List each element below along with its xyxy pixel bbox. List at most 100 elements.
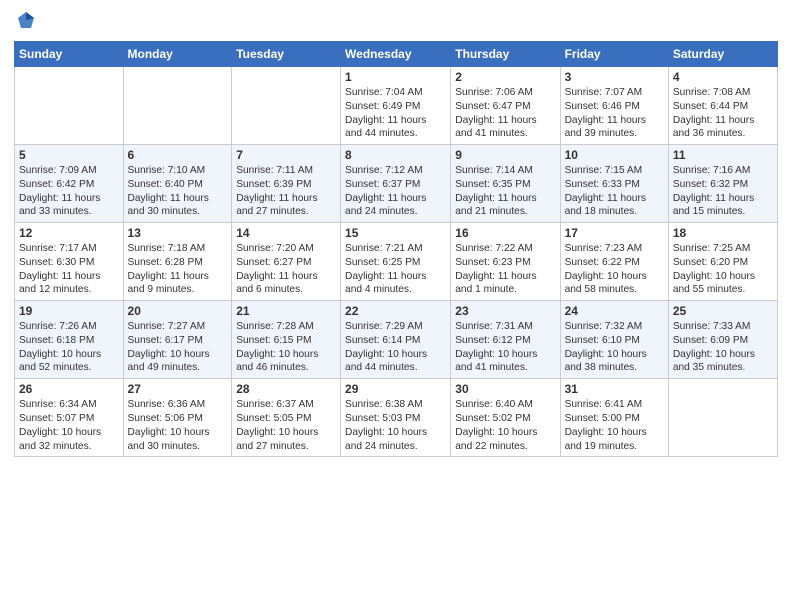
calendar-cell: 23 Sunrise: 7:31 AM Sunset: 6:12 PM Dayli… [451, 301, 560, 379]
day-info: Sunrise: 7:32 AM Sunset: 6:10 PM Dayligh… [565, 320, 664, 375]
weekday-header-wednesday: Wednesday [341, 42, 451, 67]
day-number: 3 [565, 70, 664, 84]
day-number: 17 [565, 226, 664, 240]
weekday-header-sunday: Sunday [15, 42, 124, 67]
calendar-cell [668, 379, 777, 457]
day-number: 27 [128, 382, 228, 396]
weekday-header-thursday: Thursday [451, 42, 560, 67]
calendar-cell: 1Sunrise: 7:04 AM Sunset: 6:49 PM Daylig… [341, 67, 451, 145]
calendar-table: SundayMondayTuesdayWednesdayThursdayFrid… [14, 41, 778, 457]
day-info: Sunrise: 7:08 AM Sunset: 6:44 PM Dayligh… [673, 86, 773, 141]
day-number: 31 [565, 382, 664, 396]
calendar-cell: 8 Sunrise: 7:12 AM Sunset: 6:37 PM Daylig… [341, 145, 451, 223]
calendar-cell: 4 Sunrise: 7:08 AM Sunset: 6:44 PM Daylig… [668, 67, 777, 145]
calendar-cell [15, 67, 124, 145]
calendar-cell: 20 Sunrise: 7:27 AM Sunset: 6:17 PM Dayli… [123, 301, 232, 379]
day-info: Sunrise: 7:22 AM Sunset: 6:23 PM Dayligh… [455, 242, 555, 297]
calendar-week-row: 19 Sunrise: 7:26 AM Sunset: 6:18 PM Dayli… [15, 301, 778, 379]
logo [14, 10, 36, 35]
day-info: Sunrise: 7:17 AM Sunset: 6:30 PM Dayligh… [19, 242, 119, 297]
calendar-cell: 2Sunrise: 7:06 AM Sunset: 6:47 PM Daylig… [451, 67, 560, 145]
day-info: Sunrise: 7:07 AM Sunset: 6:46 PM Dayligh… [565, 86, 664, 141]
calendar-cell: 9 Sunrise: 7:14 AM Sunset: 6:35 PM Daylig… [451, 145, 560, 223]
weekday-header-friday: Friday [560, 42, 668, 67]
day-info: Sunrise: 7:20 AM Sunset: 6:27 PM Dayligh… [236, 242, 336, 297]
day-info: Sunrise: 6:40 AM Sunset: 5:02 PM Dayligh… [455, 398, 555, 453]
calendar-cell [232, 67, 341, 145]
day-info: Sunrise: 6:34 AM Sunset: 5:07 PM Dayligh… [19, 398, 119, 453]
calendar-cell: 25 Sunrise: 7:33 AM Sunset: 6:09 PM Dayli… [668, 301, 777, 379]
day-number: 10 [565, 148, 664, 162]
day-info: Sunrise: 6:36 AM Sunset: 5:06 PM Dayligh… [128, 398, 228, 453]
day-number: 13 [128, 226, 228, 240]
day-info: Sunrise: 7:21 AM Sunset: 6:25 PM Dayligh… [345, 242, 446, 297]
calendar-cell: 18 Sunrise: 7:25 AM Sunset: 6:20 PM Dayli… [668, 223, 777, 301]
day-number: 15 [345, 226, 446, 240]
calendar-cell: 5 Sunrise: 7:09 AM Sunset: 6:42 PM Daylig… [15, 145, 124, 223]
header [14, 10, 778, 35]
day-number: 16 [455, 226, 555, 240]
calendar-cell: 15 Sunrise: 7:21 AM Sunset: 6:25 PM Dayli… [341, 223, 451, 301]
weekday-header-monday: Monday [123, 42, 232, 67]
day-info: Sunrise: 7:28 AM Sunset: 6:15 PM Dayligh… [236, 320, 336, 375]
calendar-cell: 10 Sunrise: 7:15 AM Sunset: 6:33 PM Dayli… [560, 145, 668, 223]
calendar-cell: 21 Sunrise: 7:28 AM Sunset: 6:15 PM Dayli… [232, 301, 341, 379]
day-number: 9 [455, 148, 555, 162]
weekday-header-row: SundayMondayTuesdayWednesdayThursdayFrid… [15, 42, 778, 67]
day-number: 11 [673, 148, 773, 162]
day-info: Sunrise: 7:23 AM Sunset: 6:22 PM Dayligh… [565, 242, 664, 297]
day-number: 7 [236, 148, 336, 162]
day-number: 19 [19, 304, 119, 318]
day-info: Sunrise: 7:25 AM Sunset: 6:20 PM Dayligh… [673, 242, 773, 297]
day-number: 26 [19, 382, 119, 396]
calendar-cell: 19 Sunrise: 7:26 AM Sunset: 6:18 PM Dayli… [15, 301, 124, 379]
day-number: 25 [673, 304, 773, 318]
weekday-header-tuesday: Tuesday [232, 42, 341, 67]
day-number: 14 [236, 226, 336, 240]
calendar-cell: 16 Sunrise: 7:22 AM Sunset: 6:23 PM Dayli… [451, 223, 560, 301]
day-number: 6 [128, 148, 228, 162]
day-info: Sunrise: 6:37 AM Sunset: 5:05 PM Dayligh… [236, 398, 336, 453]
calendar-cell: 6 Sunrise: 7:10 AM Sunset: 6:40 PM Daylig… [123, 145, 232, 223]
calendar-cell: 3 Sunrise: 7:07 AM Sunset: 6:46 PM Daylig… [560, 67, 668, 145]
day-number: 30 [455, 382, 555, 396]
day-number: 29 [345, 382, 446, 396]
calendar-cell [123, 67, 232, 145]
day-info: Sunrise: 7:09 AM Sunset: 6:42 PM Dayligh… [19, 164, 119, 219]
day-number: 21 [236, 304, 336, 318]
calendar-cell: 31 Sunrise: 6:41 AM Sunset: 5:00 PM Dayli… [560, 379, 668, 457]
calendar-cell: 29Sunrise: 6:38 AM Sunset: 5:03 PM Dayli… [341, 379, 451, 457]
weekday-header-saturday: Saturday [668, 42, 777, 67]
calendar-cell: 28 Sunrise: 6:37 AM Sunset: 5:05 PM Dayli… [232, 379, 341, 457]
calendar-cell: 12Sunrise: 7:17 AM Sunset: 6:30 PM Dayli… [15, 223, 124, 301]
day-info: Sunrise: 7:14 AM Sunset: 6:35 PM Dayligh… [455, 164, 555, 219]
calendar-week-row: 1Sunrise: 7:04 AM Sunset: 6:49 PM Daylig… [15, 67, 778, 145]
day-number: 28 [236, 382, 336, 396]
day-info: Sunrise: 6:41 AM Sunset: 5:00 PM Dayligh… [565, 398, 664, 453]
day-info: Sunrise: 7:16 AM Sunset: 6:32 PM Dayligh… [673, 164, 773, 219]
day-info: Sunrise: 7:12 AM Sunset: 6:37 PM Dayligh… [345, 164, 446, 219]
calendar-cell: 17 Sunrise: 7:23 AM Sunset: 6:22 PM Dayli… [560, 223, 668, 301]
page: SundayMondayTuesdayWednesdayThursdayFrid… [0, 0, 792, 612]
calendar-cell: 14 Sunrise: 7:20 AM Sunset: 6:27 PM Dayli… [232, 223, 341, 301]
day-number: 18 [673, 226, 773, 240]
day-info: Sunrise: 7:31 AM Sunset: 6:12 PM Dayligh… [455, 320, 555, 375]
day-number: 4 [673, 70, 773, 84]
day-number: 2 [455, 70, 555, 84]
day-number: 23 [455, 304, 555, 318]
day-number: 8 [345, 148, 446, 162]
day-info: Sunrise: 7:27 AM Sunset: 6:17 PM Dayligh… [128, 320, 228, 375]
calendar-cell: 30 Sunrise: 6:40 AM Sunset: 5:02 PM Dayli… [451, 379, 560, 457]
calendar-week-row: 5 Sunrise: 7:09 AM Sunset: 6:42 PM Daylig… [15, 145, 778, 223]
calendar-cell: 13Sunrise: 7:18 AM Sunset: 6:28 PM Dayli… [123, 223, 232, 301]
day-info: Sunrise: 7:15 AM Sunset: 6:33 PM Dayligh… [565, 164, 664, 219]
calendar-cell: 26 Sunrise: 6:34 AM Sunset: 5:07 PM Dayli… [15, 379, 124, 457]
day-number: 20 [128, 304, 228, 318]
day-number: 1 [345, 70, 446, 84]
calendar-cell: 7Sunrise: 7:11 AM Sunset: 6:39 PM Daylig… [232, 145, 341, 223]
day-number: 5 [19, 148, 119, 162]
logo-icon [16, 10, 36, 35]
day-info: Sunrise: 7:10 AM Sunset: 6:40 PM Dayligh… [128, 164, 228, 219]
day-info: Sunrise: 7:26 AM Sunset: 6:18 PM Dayligh… [19, 320, 119, 375]
day-info: Sunrise: 7:33 AM Sunset: 6:09 PM Dayligh… [673, 320, 773, 375]
